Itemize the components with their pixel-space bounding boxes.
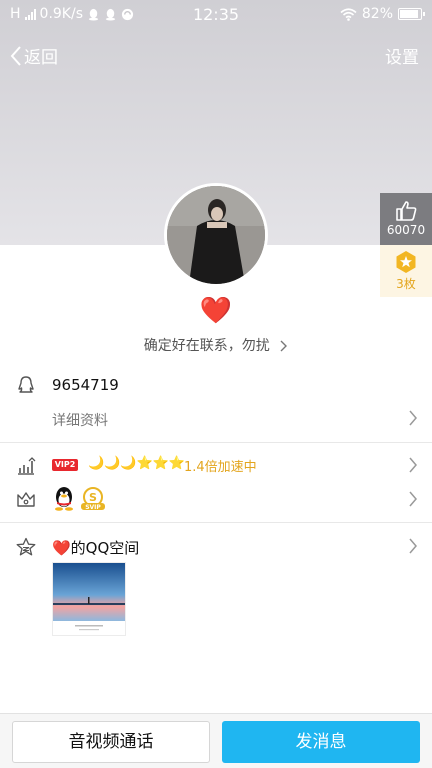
like-count: 60070 xyxy=(386,223,426,237)
settings-button[interactable]: 设置 xyxy=(385,43,419,68)
chevron-right-icon xyxy=(409,410,417,426)
status-right: 82% xyxy=(340,6,425,22)
speed-text: 1.4倍加速中 xyxy=(184,460,257,475)
send-message-button[interactable]: 发消息 xyxy=(222,721,420,763)
svg-text:SVIP: SVIP xyxy=(85,504,101,511)
svip-badge-icon: S SVIP xyxy=(81,487,105,511)
thumbs-up-icon xyxy=(396,201,417,221)
chevron-right-icon xyxy=(280,340,288,352)
detail-label: 详细资料 xyxy=(52,413,108,429)
bottom-bar: 音视频通话 发消息 xyxy=(0,713,432,768)
vip-badge: VIP2 xyxy=(52,459,78,471)
medal-count: 3枚 xyxy=(396,277,416,291)
svg-text:S: S xyxy=(89,491,97,504)
qq-penguin-badge-icon xyxy=(55,487,73,511)
medal-icon xyxy=(396,251,416,273)
battery-icon xyxy=(398,8,425,20)
chevron-right-icon xyxy=(409,491,417,507)
signature[interactable]: 确定好在联系，勿扰 xyxy=(0,335,432,355)
back-label: 返回 xyxy=(24,48,58,68)
wifi-icon xyxy=(340,7,357,21)
level-icons: 🌙🌙🌙⭐⭐⭐ xyxy=(88,456,186,471)
back-button[interactable]: 返回 xyxy=(10,43,58,68)
qq-number: 9654719 xyxy=(52,376,119,394)
avatar[interactable] xyxy=(164,183,268,287)
qzone-photo-thumbnail[interactable] xyxy=(52,562,126,636)
crown-icon xyxy=(17,492,35,507)
battery-percent: 82% xyxy=(361,6,393,22)
qzone-star-icon xyxy=(16,537,36,556)
signature-text: 确定好在联系，勿扰 xyxy=(143,338,270,354)
qzone-title: ❤️的QQ空间 xyxy=(52,539,140,557)
video-call-button[interactable]: 音视频通话 xyxy=(12,721,210,763)
chevron-left-icon xyxy=(10,45,21,66)
avatar-photo xyxy=(167,186,265,284)
qzone-photo xyxy=(53,563,125,635)
divider xyxy=(0,522,432,523)
chevron-right-icon xyxy=(409,457,417,473)
nickname: ❤️ xyxy=(199,296,233,326)
qq-penguin-icon xyxy=(18,376,34,393)
divider xyxy=(0,442,432,443)
nav-bar: 返回 设置 xyxy=(0,40,432,70)
like-button[interactable]: 60070 xyxy=(380,193,432,245)
medal-button[interactable]: 3枚 xyxy=(380,245,432,297)
chevron-right-icon xyxy=(409,538,417,554)
status-bar: H 0.9K/s 12:35 82% xyxy=(0,0,432,30)
level-chart-icon xyxy=(18,457,36,475)
